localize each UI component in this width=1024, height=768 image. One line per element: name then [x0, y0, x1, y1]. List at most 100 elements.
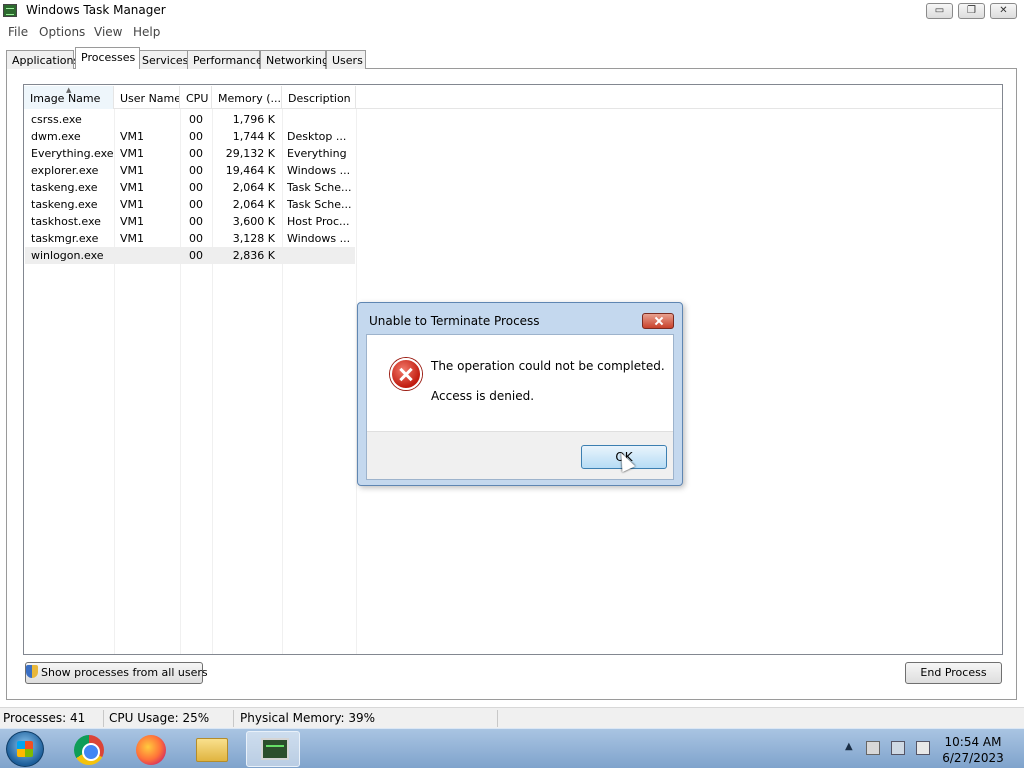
- cell-description: Host Proc...: [287, 215, 350, 228]
- table-row[interactable]: taskhost.exe VM1 00 3,600 K Host Proc...: [25, 213, 355, 230]
- error-icon: [390, 358, 422, 390]
- uac-shield-icon: [26, 665, 38, 678]
- cell-description: Everything: [287, 147, 347, 160]
- dialog-close-button[interactable]: [642, 313, 674, 329]
- cell-user: VM1: [120, 130, 145, 143]
- chrome-icon: [74, 735, 104, 765]
- cell-user: VM1: [120, 181, 145, 194]
- title-bar: Windows Task Manager ▭ ❐ ✕: [0, 0, 1024, 22]
- cell-memory: 1,744 K: [232, 130, 275, 143]
- table-row[interactable]: explorer.exe VM1 00 19,464 K Windows ...: [25, 162, 355, 179]
- sort-arrow-icon: ▲: [66, 86, 72, 94]
- status-cpu: CPU Usage: 25%: [109, 711, 210, 725]
- table-row[interactable]: taskmgr.exe VM1 00 3,128 K Windows ...: [25, 230, 355, 247]
- table-row[interactable]: taskeng.exe VM1 00 2,064 K Task Sche...: [25, 196, 355, 213]
- cell-memory: 2,064 K: [232, 198, 275, 211]
- system-clock[interactable]: 10:54 AM 6/27/2023: [930, 734, 1016, 766]
- taskbar-chrome[interactable]: [60, 731, 114, 767]
- cell-image: taskeng.exe: [31, 198, 98, 211]
- menu-view[interactable]: View: [94, 25, 122, 39]
- tab-networking[interactable]: Networking: [260, 50, 329, 69]
- cell-memory: 2,064 K: [232, 181, 275, 194]
- status-processes: Processes: 41: [3, 711, 86, 725]
- volume-muted-icon[interactable]: [916, 741, 930, 755]
- cell-cpu: 00: [189, 232, 203, 245]
- status-divider: [497, 710, 498, 727]
- column-description[interactable]: Description: [282, 86, 356, 109]
- cell-user: VM1: [120, 215, 145, 228]
- tab-performance[interactable]: Performance: [187, 50, 263, 69]
- cell-memory: 3,128 K: [232, 232, 275, 245]
- cell-image: taskhost.exe: [31, 215, 101, 228]
- task-manager-icon: [261, 738, 289, 760]
- window-title: Windows Task Manager: [26, 3, 166, 17]
- cell-cpu: 00: [189, 181, 203, 194]
- cell-user: VM1: [120, 198, 145, 211]
- dialog-detail: Access is denied.: [431, 389, 535, 403]
- cell-cpu: 00: [189, 198, 203, 211]
- clock-date: 6/27/2023: [942, 751, 1004, 765]
- list-header: ▲ Image Name User Name CPU Memory (... D…: [24, 86, 1002, 109]
- cell-user: VM1: [120, 164, 145, 177]
- tab-processes[interactable]: Processes: [75, 47, 140, 69]
- menu-help[interactable]: Help: [133, 25, 160, 39]
- cell-description: Windows ...: [287, 232, 351, 245]
- cell-image: winlogon.exe: [31, 249, 104, 262]
- cell-memory: 2,836 K: [232, 249, 275, 262]
- column-memory[interactable]: Memory (...: [212, 86, 282, 109]
- tab-applications[interactable]: Applications: [6, 50, 79, 69]
- table-row[interactable]: dwm.exe VM1 00 1,744 K Desktop ...: [25, 128, 355, 145]
- column-cpu[interactable]: CPU: [180, 86, 212, 109]
- cell-image: dwm.exe: [31, 130, 81, 143]
- cell-cpu: 00: [189, 164, 203, 177]
- status-divider: [233, 710, 234, 727]
- table-row[interactable]: taskeng.exe VM1 00 2,064 K Task Sche...: [25, 179, 355, 196]
- cell-cpu: 00: [189, 113, 203, 126]
- network-icon[interactable]: [891, 741, 905, 755]
- taskbar-explorer[interactable]: [184, 731, 238, 767]
- end-process-button[interactable]: End Process: [905, 662, 1002, 684]
- cell-cpu: 00: [189, 147, 203, 160]
- show-hidden-icons-icon[interactable]: ▲: [845, 741, 853, 752]
- show-all-processes-button[interactable]: Show processes from all users: [25, 662, 208, 684]
- status-divider: [103, 710, 104, 727]
- cell-image: csrss.exe: [31, 113, 82, 126]
- cell-cpu: 00: [189, 249, 203, 262]
- tab-services[interactable]: Services: [136, 50, 188, 69]
- action-center-flag-icon[interactable]: [866, 741, 880, 755]
- column-image-name[interactable]: ▲ Image Name: [24, 86, 114, 109]
- table-row[interactable]: Everything.exe VM1 00 29,132 K Everythin…: [25, 145, 355, 162]
- error-dialog: Unable to Terminate Process The operatio…: [357, 302, 683, 486]
- maximize-button[interactable]: ❐: [958, 3, 985, 19]
- cell-cpu: 00: [189, 215, 203, 228]
- cell-image: taskmgr.exe: [31, 232, 99, 245]
- cell-user: VM1: [120, 232, 145, 245]
- dialog-message: The operation could not be completed.: [431, 359, 665, 373]
- menu-bar: File Options View Help: [0, 22, 1024, 42]
- table-row[interactable]: csrss.exe 00 1,796 K: [25, 111, 355, 128]
- cell-description: Desktop ...: [287, 130, 347, 143]
- cell-description: Task Sche...: [287, 198, 352, 211]
- table-row-selected[interactable]: winlogon.exe 00 2,836 K: [25, 247, 355, 264]
- cell-memory: 1,796 K: [232, 113, 275, 126]
- cell-description: Task Sche...: [287, 181, 352, 194]
- cell-image: taskeng.exe: [31, 181, 98, 194]
- cell-memory: 3,600 K: [232, 215, 275, 228]
- cell-memory: 19,464 K: [225, 164, 275, 177]
- minimize-button[interactable]: ▭: [926, 3, 953, 19]
- firefox-icon: [136, 735, 166, 765]
- column-user-name[interactable]: User Name: [114, 86, 180, 109]
- menu-options[interactable]: Options: [39, 25, 85, 39]
- tab-users[interactable]: Users: [326, 50, 366, 69]
- close-button[interactable]: ✕: [990, 3, 1017, 19]
- task-manager-icon: [3, 4, 17, 17]
- taskbar-task-manager[interactable]: [246, 731, 300, 767]
- taskbar-firefox[interactable]: [122, 731, 176, 767]
- cell-image: explorer.exe: [31, 164, 99, 177]
- cell-image: Everything.exe: [31, 147, 114, 160]
- status-memory: Physical Memory: 39%: [240, 711, 376, 725]
- start-button[interactable]: [6, 731, 44, 767]
- dialog-title: Unable to Terminate Process: [369, 314, 540, 328]
- folder-icon: [196, 738, 228, 762]
- menu-file[interactable]: File: [8, 25, 28, 39]
